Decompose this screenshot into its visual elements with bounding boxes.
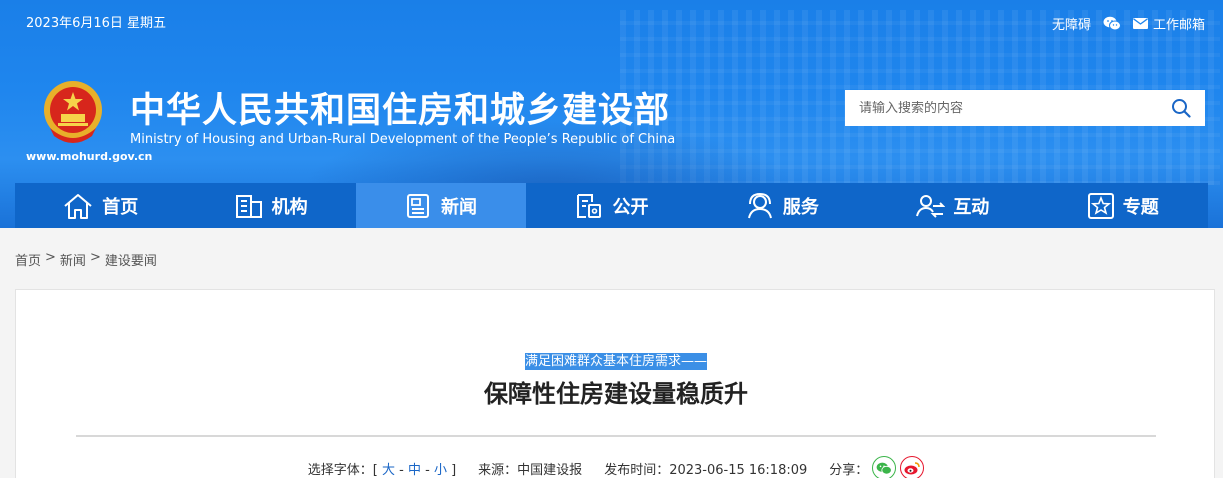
mailbox-link[interactable]: 工作邮箱	[1132, 14, 1205, 33]
breadcrumb-home[interactable]: 首页	[15, 250, 41, 269]
article-source: 来源：中国建设报	[478, 462, 583, 478]
interaction-icon	[915, 192, 946, 220]
share-wechat-button[interactable]	[872, 456, 897, 478]
font-size-small[interactable]: 小	[434, 463, 447, 478]
mailbox-label: 工作邮箱	[1152, 18, 1205, 33]
nav-item-label: 专题	[1122, 196, 1159, 218]
document-icon	[574, 192, 604, 220]
share-weibo-button[interactable]	[900, 456, 925, 478]
home-icon	[62, 192, 94, 220]
breadcrumb-current[interactable]: 建设要闻	[105, 250, 157, 269]
top-links: 无障碍 工作邮箱	[1052, 14, 1205, 33]
share-label: 分享：	[829, 462, 869, 478]
search-input[interactable]	[859, 100, 1171, 116]
accessibility-link[interactable]: 无障碍	[1052, 14, 1091, 33]
site-subtitle: Ministry of Housing and Urban-Rural Deve…	[130, 132, 676, 147]
nav-item-label: 首页	[102, 196, 139, 218]
article-title: 保障性住房建设量稳质升	[484, 380, 748, 408]
nav-item-public[interactable]: 公开	[526, 183, 696, 228]
search-icon[interactable]	[1171, 98, 1191, 118]
bracket-close: ]	[451, 462, 457, 478]
wechat-icon[interactable]	[1103, 16, 1121, 31]
site-header: 2023年6月16日 星期五 无障碍 工作邮箱 www.mohurd.gov.c…	[0, 0, 1223, 228]
weibo-share-icon	[904, 462, 921, 475]
bracket-open: [	[372, 462, 378, 478]
breadcrumb-separator: >	[45, 250, 56, 265]
site-title: 中华人民共和国住房和城乡建设部	[130, 91, 671, 131]
nav-item-label: 服务	[782, 196, 819, 218]
title-divider	[76, 435, 1156, 437]
article-meta: 选择字体：[ 大 - 中 - 小 ] 来源：中国建设报 发布时间：2023-06…	[16, 456, 1216, 478]
building-icon	[234, 193, 264, 219]
article-kicker: 满足困难群众基本住房需求——	[524, 353, 707, 370]
breadcrumb: 首页 > 新闻 > 建设要闻	[15, 250, 157, 269]
nav-item-service[interactable]: 服务	[697, 183, 867, 228]
font-size-large[interactable]: 大	[382, 463, 395, 478]
nav-item-topics[interactable]: 专题	[1038, 183, 1208, 228]
font-size-dash: -	[399, 462, 404, 478]
font-size-medium[interactable]: 中	[408, 463, 421, 478]
search-box	[845, 90, 1205, 126]
nav-item-label: 互动	[953, 196, 990, 218]
breadcrumb-news[interactable]: 新闻	[60, 250, 86, 269]
nav-item-label: 机构	[271, 196, 308, 218]
main-nav: 首页 机构 新闻 公开 服务 互动 专题	[15, 183, 1208, 228]
nav-item-home[interactable]: 首页	[15, 183, 185, 228]
current-date: 2023年6月16日 星期五	[26, 16, 167, 31]
national-emblem-icon	[40, 78, 106, 146]
font-size-selector: 选择字体：[ 大 - 中 - 小 ]	[308, 459, 456, 478]
star-icon	[1087, 192, 1115, 220]
font-size-dash: -	[425, 462, 430, 478]
article-publish-time: 发布时间：2023-06-15 16:18:09	[604, 462, 808, 478]
service-icon	[745, 192, 775, 220]
nav-item-interaction[interactable]: 互动	[867, 183, 1037, 228]
nav-item-label: 公开	[612, 196, 649, 218]
nav-item-news[interactable]: 新闻	[355, 183, 527, 228]
mail-icon	[1132, 18, 1148, 29]
font-size-label: 选择字体：	[307, 462, 373, 478]
news-icon	[405, 192, 433, 220]
breadcrumb-separator: >	[89, 250, 101, 265]
wechat-share-icon	[876, 462, 893, 475]
article-card: 满足困难群众基本住房需求—— 保障性住房建设量稳质升 选择字体：[ 大 - 中 …	[15, 289, 1215, 478]
nav-item-organization[interactable]: 机构	[185, 183, 355, 228]
article-kicker-wrap: 满足困难群众基本住房需求——	[16, 350, 1216, 370]
nav-item-label: 新闻	[441, 196, 478, 218]
share-group: 分享：	[829, 456, 925, 478]
site-url: www.mohurd.gov.cn	[26, 150, 153, 163]
